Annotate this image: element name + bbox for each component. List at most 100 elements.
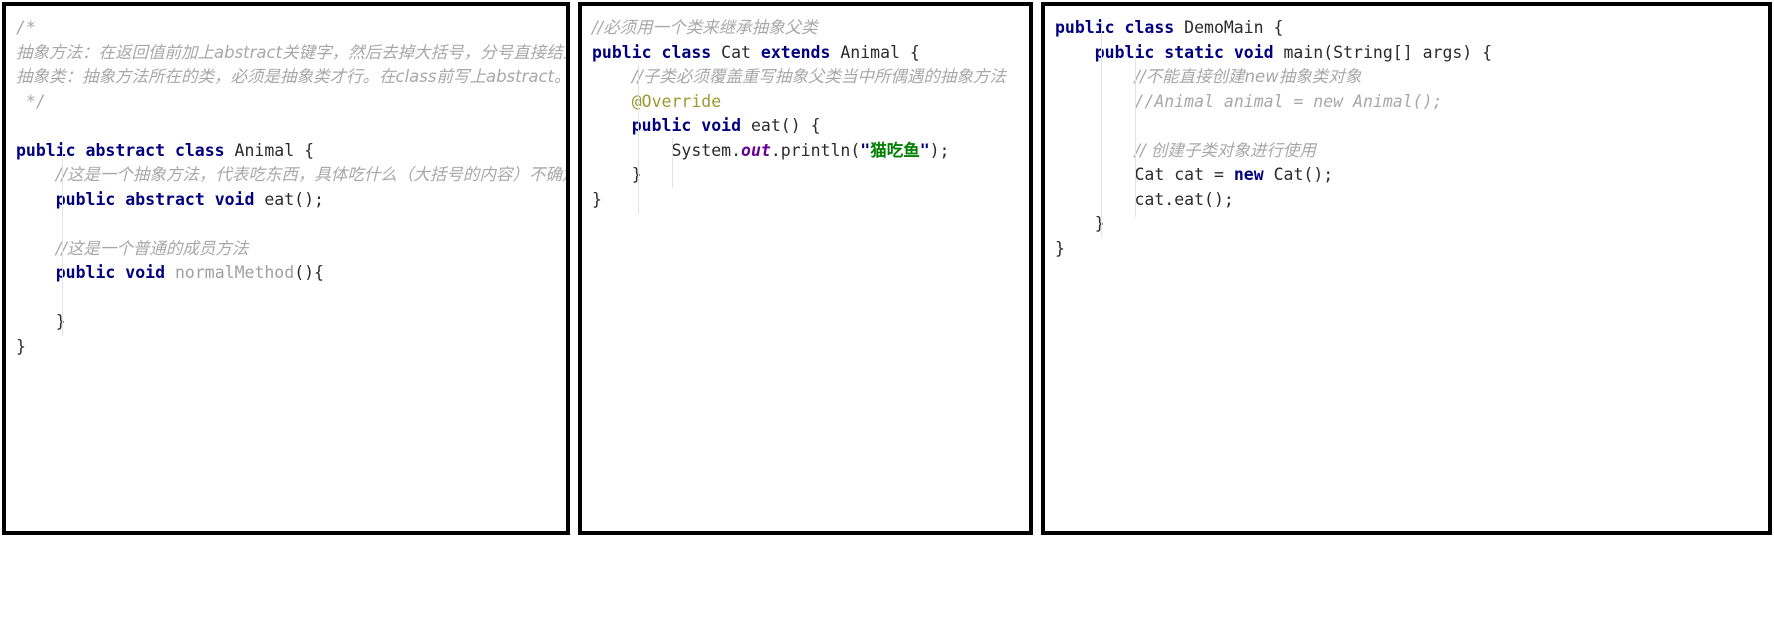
code-line[interactable] <box>16 114 566 139</box>
code-token: Animal <box>840 42 910 62</box>
code-line[interactable]: /* <box>16 16 566 41</box>
code-line[interactable] <box>16 286 566 311</box>
code-line[interactable]: public class Cat extends Animal { <box>592 41 1029 66</box>
code-token: cat.eat(); <box>1134 189 1234 209</box>
code-line[interactable]: } <box>592 163 1029 188</box>
code-line[interactable]: public class DemoMain { <box>1055 16 1768 41</box>
code-token: 抽象类：抽象方法所在的类，必须是抽象类才行。在class前写上abstract。 <box>16 67 570 86</box>
animal-code-block[interactable]: /* 抽象方法：在返回值前加上abstract关键字，然后去掉大括号，分号直接结束… <box>6 6 566 359</box>
code-token: public abstract void <box>55 189 265 209</box>
code-token: .println( <box>770 140 861 160</box>
code-token: 猫吃鱼 <box>870 140 920 160</box>
code-token: main(String[] args) { <box>1283 42 1493 62</box>
code-line[interactable]: } <box>1055 237 1768 262</box>
code-token: //这是一个抽象方法，代表吃东西，具体吃什么（大括号的内容）不确定。 <box>55 165 570 184</box>
code-token: { <box>304 140 315 160</box>
indent-guide <box>1101 28 1102 238</box>
code-token: eat() { <box>750 116 821 135</box>
animal-class-panel: /* 抽象方法：在返回值前加上abstract关键字，然后去掉大括号，分号直接结束… <box>2 2 570 535</box>
code-line[interactable]: public static void main(String[] args) { <box>1055 41 1768 66</box>
code-line[interactable]: //这是一个抽象方法，代表吃东西，具体吃什么（大括号的内容）不确定。 <box>16 163 566 188</box>
code-line[interactable]: //这是一个普通的成员方法 <box>16 237 566 262</box>
code-token: @Override <box>631 91 722 111</box>
code-line[interactable]: 抽象方法：在返回值前加上abstract关键字，然后去掉大括号，分号直接结束。 <box>16 41 566 66</box>
code-token: " <box>860 140 871 160</box>
code-token: } <box>1055 238 1065 258</box>
code-line[interactable]: @Override <box>592 90 1029 115</box>
code-line[interactable]: public abstract class Animal { <box>16 139 566 164</box>
code-token: } <box>592 165 642 184</box>
code-token: public static void <box>1094 42 1284 62</box>
code-line[interactable]: //Animal animal = new Animal(); <box>1055 90 1768 115</box>
code-token: // 创建子类对象进行使用 <box>1134 140 1316 160</box>
code-line[interactable]: //必须用一个类来继承抽象父类 <box>592 16 1029 41</box>
code-line[interactable]: } <box>592 188 1029 213</box>
code-line[interactable]: public void eat() { <box>592 114 1029 139</box>
code-token: } <box>16 312 66 331</box>
demomain-class-panel: public class DemoMain { public static vo… <box>1041 2 1772 535</box>
code-token: public class <box>1055 18 1185 37</box>
code-token: Cat <box>721 42 761 62</box>
code-line[interactable]: */ <box>16 90 566 115</box>
code-token: normalMethod <box>174 263 295 282</box>
code-line[interactable]: 抽象类：抽象方法所在的类，必须是抽象类才行。在class前写上abstract。 <box>16 65 566 90</box>
code-line[interactable]: //子类必须覆盖重写抽象父类当中所偶遇的抽象方法 <box>592 65 1029 90</box>
code-token: Cat(); <box>1273 165 1334 184</box>
code-line[interactable]: } <box>16 310 566 335</box>
code-line[interactable] <box>16 212 566 237</box>
code-token: //不能直接创建new抽象类对象 <box>1134 67 1362 86</box>
code-token: public void <box>631 116 751 135</box>
code-token: new <box>1233 165 1274 184</box>
code-token: { <box>909 42 920 62</box>
indent-guide <box>1135 52 1136 217</box>
code-token: public void <box>55 263 175 282</box>
code-token: //这是一个普通的成员方法 <box>55 238 249 258</box>
indent-guide <box>672 138 673 188</box>
code-token: { <box>1273 18 1284 37</box>
indent-guide <box>62 146 63 336</box>
code-token: extends <box>760 42 841 62</box>
code-token: //子类必须覆盖重写抽象父类当中所偶遇的抽象方法 <box>631 67 1006 86</box>
code-line[interactable]: cat.eat(); <box>1055 188 1768 213</box>
code-token: out <box>741 140 771 160</box>
cat-class-panel: //必须用一个类来继承抽象父类 public class Cat extends … <box>578 2 1033 535</box>
code-line[interactable]: //不能直接创建new抽象类对象 <box>1055 65 1768 90</box>
cat-code-block[interactable]: //必须用一个类来继承抽象父类 public class Cat extends … <box>582 6 1029 212</box>
code-line[interactable]: System.out.println("猫吃鱼"); <box>592 139 1029 164</box>
code-token: Animal <box>234 140 305 160</box>
code-snippets-board: /* 抽象方法：在返回值前加上abstract关键字，然后去掉大括号，分号直接结束… <box>0 0 1774 622</box>
demomain-code-block[interactable]: public class DemoMain { public static vo… <box>1045 6 1768 261</box>
code-token: } <box>16 336 26 356</box>
code-token: Cat cat = <box>1134 165 1234 184</box>
code-token: System. <box>671 140 742 160</box>
code-line[interactable] <box>1055 114 1768 139</box>
indent-guide <box>638 64 639 214</box>
code-line[interactable]: } <box>1055 212 1768 237</box>
code-token: (){ <box>294 263 324 282</box>
code-token: DemoMain <box>1184 18 1274 37</box>
code-token: ); <box>929 140 950 160</box>
code-token: eat(); <box>264 189 324 209</box>
code-line[interactable]: public abstract void eat(); <box>16 188 566 213</box>
code-line[interactable]: Cat cat = new Cat(); <box>1055 163 1768 188</box>
code-line[interactable]: // 创建子类对象进行使用 <box>1055 139 1768 164</box>
code-line[interactable]: public void normalMethod(){ <box>16 261 566 286</box>
code-line[interactable]: } <box>16 335 566 360</box>
code-token: } <box>1055 214 1105 233</box>
code-token: //Animal animal = new Animal(); <box>1134 91 1443 111</box>
code-token: */ <box>16 91 46 111</box>
code-token: public abstract class <box>16 140 235 160</box>
